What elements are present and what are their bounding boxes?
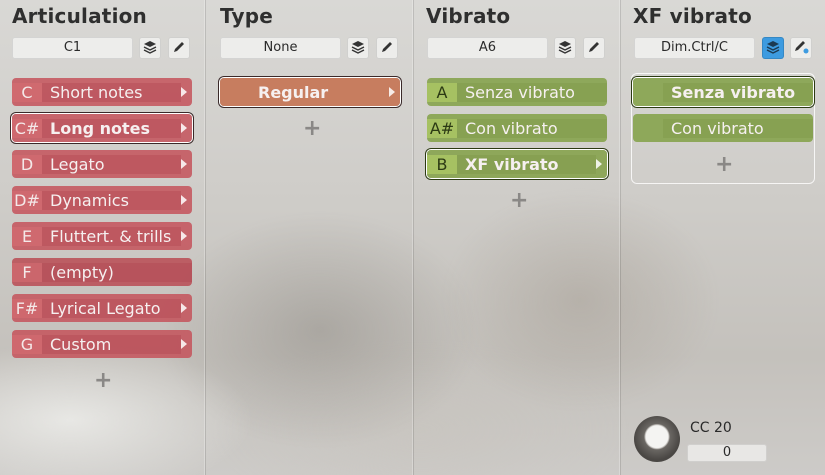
item-label: Lyrical Legato [42, 298, 181, 318]
articulation-item[interactable]: G Custom [12, 330, 192, 358]
pencil-icon [587, 39, 601, 58]
chevron-right-icon [181, 159, 187, 169]
item-label: XF vibrato [457, 154, 596, 174]
articulation-item[interactable]: F# Lyrical Legato [12, 294, 192, 322]
cc-label: CC 20 [690, 420, 732, 436]
layers-icon [558, 39, 572, 58]
item-label: (empty) [42, 262, 192, 282]
articulation-item-empty[interactable]: F (empty) [12, 258, 192, 286]
xf-vibrato-column: XF vibrato Dim.Ctrl/C [620, 0, 825, 475]
layers-icon [351, 39, 365, 58]
articulation-item[interactable]: C Short notes [12, 78, 192, 106]
item-label: Short notes [42, 82, 181, 102]
vibrato-layers-button[interactable] [554, 37, 576, 59]
key-label: C# [12, 118, 42, 138]
vibrato-item[interactable]: A Senza vibrato [427, 78, 607, 106]
articulation-item-selected[interactable]: C# Long notes [12, 114, 192, 142]
item-label: Regular [258, 82, 329, 102]
vibrato-key-selector[interactable]: A6 [427, 37, 548, 59]
item-label: Legato [42, 154, 181, 174]
item-label: Senza vibrato [663, 82, 813, 102]
cc-knob[interactable] [634, 416, 680, 462]
articulation-column: Articulation C1 C Short notes C# Long no… [0, 0, 205, 475]
vibrato-item-selected[interactable]: B XF vibrato [427, 150, 607, 178]
item-label: Dynamics [42, 190, 181, 210]
chevron-right-icon [389, 87, 395, 97]
xf-vibrato-layers-button[interactable] [762, 37, 784, 59]
item-label: Con vibrato [457, 118, 607, 138]
xf-vibrato-item[interactable]: Con vibrato [633, 114, 813, 142]
xf-vibrato-title: XF vibrato [633, 4, 752, 28]
articulation-item[interactable]: E Fluttert. & trills [12, 222, 192, 250]
chevron-right-icon [181, 231, 187, 241]
item-label: Fluttert. & trills [42, 226, 181, 246]
item-label: Senza vibrato [457, 82, 607, 102]
articulation-item[interactable]: D Legato [12, 150, 192, 178]
vibrato-column: Vibrato A6 A Senza vibrato A# Con vibrat… [413, 0, 621, 475]
type-item-selected[interactable]: Regular [220, 78, 400, 106]
articulation-key-selector[interactable]: C1 [12, 37, 133, 59]
chevron-right-icon [181, 303, 187, 313]
xf-vibrato-item-selected[interactable]: Senza vibrato [633, 78, 813, 106]
articulation-layers-button[interactable] [139, 37, 161, 59]
key-label: F [12, 262, 42, 282]
key-label: F# [12, 298, 42, 318]
type-key-selector[interactable]: None [220, 37, 341, 59]
chevron-right-icon [181, 87, 187, 97]
key-label: C [12, 82, 42, 102]
key-label: G [12, 334, 42, 354]
articulation-item[interactable]: D# Dynamics [12, 186, 192, 214]
key-label: D [12, 154, 42, 174]
xf-vibrato-controller-selector[interactable]: Dim.Ctrl/C [634, 37, 755, 59]
articulation-title: Articulation [12, 4, 147, 28]
layers-icon [143, 39, 157, 58]
pencil-icon [380, 39, 394, 58]
type-column: Type None Regular + [205, 0, 413, 475]
chevron-right-icon [181, 123, 187, 133]
vibrato-title: Vibrato [426, 4, 511, 28]
pencil-icon [793, 38, 809, 58]
cc-value-field[interactable]: 0 [687, 444, 767, 462]
vibrato-edit-button[interactable] [583, 37, 605, 59]
key-label: D# [12, 190, 42, 210]
add-articulation-button[interactable]: + [94, 368, 112, 393]
layers-icon [766, 39, 780, 58]
type-layers-button[interactable] [347, 37, 369, 59]
item-label: Custom [42, 334, 181, 354]
add-type-button[interactable]: + [303, 116, 321, 141]
chevron-right-icon [181, 195, 187, 205]
add-xf-vibrato-button[interactable]: + [715, 152, 733, 177]
type-edit-button[interactable] [376, 37, 398, 59]
item-label: Con vibrato [663, 118, 813, 138]
key-label: A [427, 82, 457, 102]
key-label: E [12, 226, 42, 246]
type-title: Type [220, 4, 273, 28]
key-label: A# [427, 118, 457, 138]
pencil-icon [172, 39, 186, 58]
xf-vibrato-edit-button[interactable] [790, 37, 812, 59]
add-vibrato-button[interactable]: + [510, 188, 528, 213]
key-label: B [427, 154, 457, 174]
chevron-right-icon [596, 159, 602, 169]
item-label: Long notes [42, 118, 181, 138]
articulation-edit-button[interactable] [168, 37, 190, 59]
vibrato-item[interactable]: A# Con vibrato [427, 114, 607, 142]
chevron-right-icon [181, 339, 187, 349]
